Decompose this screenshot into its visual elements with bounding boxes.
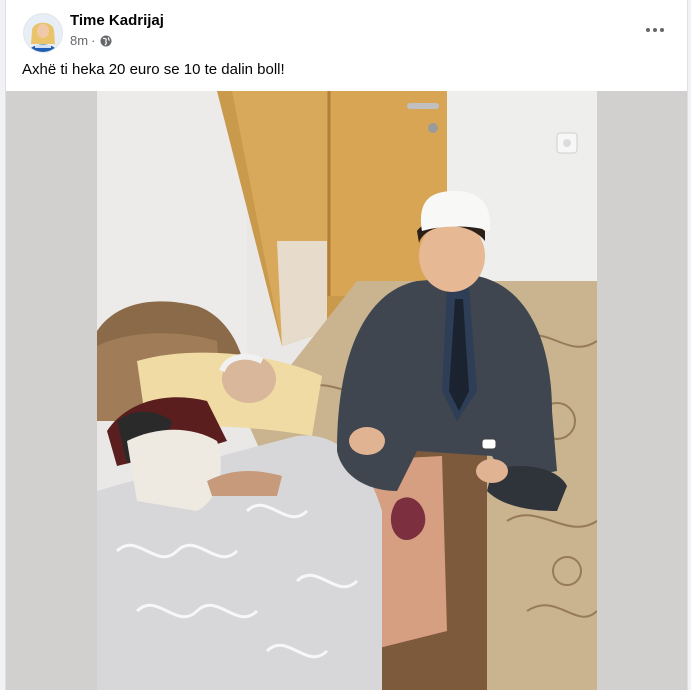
photo-illustration [97,91,597,690]
post-photo[interactable] [97,91,597,690]
globe-icon[interactable] [100,35,112,47]
post-header: Time Kadrijaj 8m · [6,0,687,56]
post-timestamp[interactable]: 8m [70,33,88,48]
post-text: Axhë ti heka 20 euro se 10 te dalin boll… [22,61,285,78]
post-meta: 8m · [70,33,112,48]
author-name[interactable]: Time Kadrijaj [70,12,164,29]
meta-separator: · [91,33,96,48]
more-options-icon [646,28,664,32]
avatar-image [24,14,62,52]
post-photo-frame[interactable] [6,91,687,690]
author-avatar[interactable] [23,13,63,53]
more-options-button[interactable] [637,16,673,44]
post-card: Time Kadrijaj 8m · Axhë ti heka 20 euro … [5,0,688,690]
